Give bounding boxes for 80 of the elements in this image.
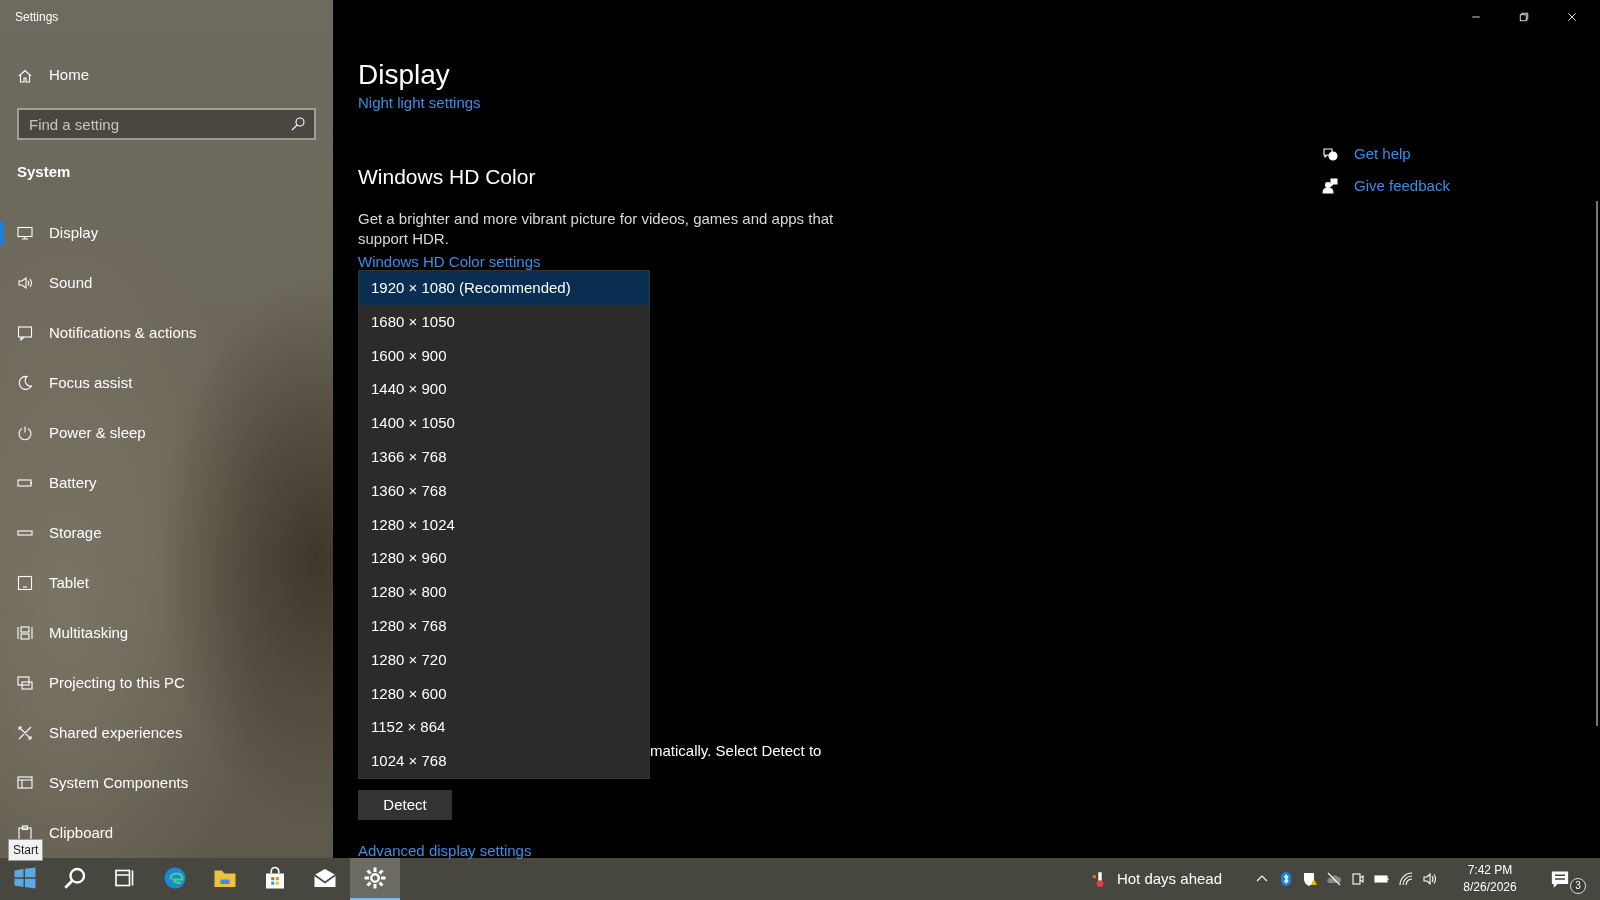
sidebar-item[interactable]: Display (49, 221, 99, 245)
window-title: Settings (14, 9, 60, 26)
person-feedback-icon (1322, 178, 1338, 194)
clock-time[interactable]: 7:42 PM (1454, 862, 1526, 879)
sidebar-item[interactable]: System Components (49, 771, 189, 795)
sidebar-item[interactable]: Power & sleep (49, 421, 146, 445)
volume-icon (1422, 871, 1438, 887)
taskbar-button[interactable] (350, 858, 400, 900)
bluetooth-icon (1278, 871, 1294, 887)
search-icon (290, 116, 306, 132)
advanced-display-link[interactable]: Advanced display settings (358, 842, 532, 860)
projector-icon (17, 675, 33, 691)
help-link[interactable]: Get help (1354, 144, 1411, 164)
dropdown-option[interactable]: 1680 × 1050 (359, 304, 649, 339)
clipboard-icon (17, 825, 33, 841)
search-field[interactable]: Find a setting (17, 108, 316, 140)
camera-icon (1350, 871, 1366, 887)
home-icon (17, 67, 33, 84)
dropdown-option[interactable]: 1280 × 800 (359, 575, 649, 609)
envelope-icon (313, 866, 337, 890)
sidebar-item[interactable]: Shared experiences (49, 721, 183, 745)
windows-logo-icon (13, 866, 37, 890)
tooltip: Start (8, 839, 44, 861)
sidebar-item[interactable]: Storage (49, 521, 102, 545)
section-heading: System (16, 162, 72, 182)
search-icon (63, 866, 87, 890)
sidebar-item[interactable]: Tablet (49, 571, 90, 595)
detect-button[interactable]: Detect (358, 790, 452, 820)
weather-text[interactable]: Hot days ahead (1116, 867, 1222, 891)
store-bag-icon (263, 866, 287, 890)
sidebar-item[interactable]: Sound (49, 271, 93, 295)
feedback-link[interactable]: Give feedback (1354, 176, 1450, 196)
tablet-icon (17, 575, 33, 591)
notification-count: 3 (1570, 878, 1586, 894)
home-link[interactable]: Home (0, 56, 333, 95)
sidebar-item[interactable]: Focus assist (49, 371, 133, 395)
night-light-link[interactable]: Night light settings (358, 93, 481, 113)
dropdown-option[interactable]: 1600 × 900 (359, 338, 649, 373)
dropdown-option[interactable]: 1280 × 1024 (359, 507, 649, 542)
hd-color-link[interactable]: Windows HD Color settings (358, 253, 541, 271)
cloud-off-icon (1326, 871, 1342, 887)
dropdown-option[interactable]: 1280 × 720 (359, 642, 649, 677)
dropdown-option[interactable]: 1920 × 1080 (Recommended) (359, 271, 649, 305)
shield-warning-icon (1302, 871, 1318, 887)
wifi-icon (1398, 871, 1414, 887)
dropdown-option[interactable]: 1280 × 768 (359, 608, 649, 643)
dropdown-option[interactable]: 1440 × 900 (359, 372, 649, 407)
description-text: matically. Select Detect to (650, 741, 822, 761)
section-heading: Windows HD Color (358, 165, 536, 189)
dropdown-option[interactable]: 1280 × 960 (359, 541, 649, 576)
sidebar-item[interactable]: Projecting to this PC (49, 671, 185, 695)
power-icon (17, 425, 33, 441)
clock-date[interactable]: 8/26/2026 (1454, 879, 1526, 896)
close-icon (1566, 11, 1578, 23)
panel-icon (17, 775, 33, 791)
message-icon (17, 325, 33, 341)
dropdown-option[interactable]: 1024 × 768 (359, 744, 649, 778)
notification-button[interactable] (1550, 869, 1570, 889)
gear-icon (363, 866, 387, 890)
sidebar-item[interactable]: Multitasking (49, 621, 129, 645)
browser-icon (163, 866, 187, 890)
speaker-icon (17, 275, 33, 291)
sidebar-item[interactable]: Battery (49, 471, 97, 495)
windows-grid-icon (17, 625, 33, 641)
scrollbar[interactable] (1596, 201, 1598, 726)
moon-icon (17, 375, 33, 391)
description-text: Get a brighter and more vibrant picture for videos, games and apps that support HDR. (358, 209, 835, 249)
cross-arrows-icon (17, 725, 33, 741)
monitor-icon (17, 225, 33, 241)
help-bubble-icon (1322, 146, 1338, 162)
dropdown-option[interactable]: 1400 × 1050 (359, 406, 649, 440)
restore-icon (1518, 11, 1530, 23)
sidebar-item[interactable]: Clipboard (49, 821, 114, 845)
dropdown-option[interactable]: 1152 × 864 (359, 710, 649, 745)
dropdown-option[interactable]: 1360 × 768 (359, 473, 649, 508)
message-icon (1550, 869, 1570, 889)
sidebar-item[interactable]: Notifications & actions (49, 321, 197, 345)
dropdown-option[interactable]: 1280 × 600 (359, 676, 649, 711)
dropdown-option[interactable]: 1366 × 768 (359, 440, 649, 474)
page-title: Display (358, 58, 450, 92)
